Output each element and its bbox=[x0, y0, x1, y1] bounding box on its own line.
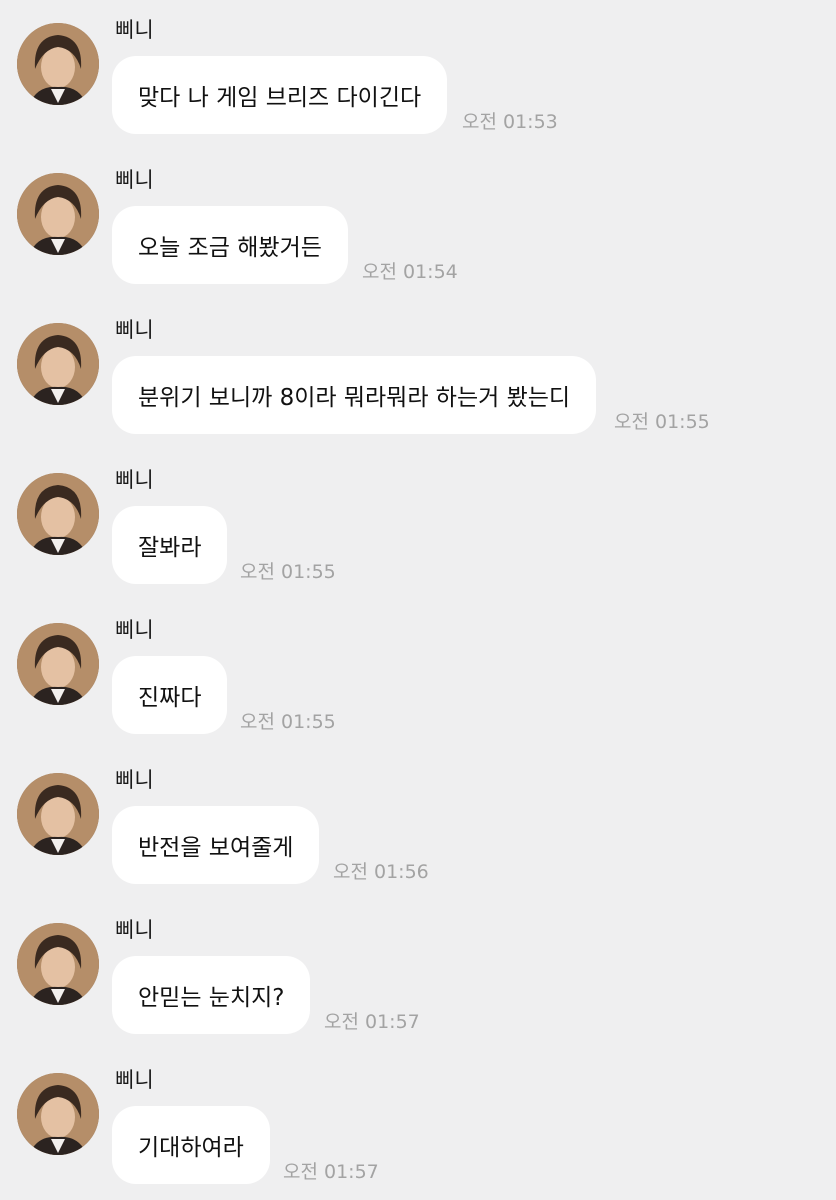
sender-avatar[interactable] bbox=[17, 23, 99, 105]
sender-name: 삐니 bbox=[115, 918, 154, 942]
message-bubble[interactable]: 잘봐라 bbox=[112, 506, 228, 584]
sender-name: 삐니 bbox=[115, 18, 154, 42]
chat-message: 삐니 진짜다 오전 01:55 bbox=[0, 600, 836, 750]
avatar-photo-icon bbox=[17, 323, 99, 405]
sender-name: 삐니 bbox=[115, 468, 154, 492]
chat-message: 삐니 맞다 나 게임 브리즈 다이긴다 오전 01:53 bbox=[0, 0, 836, 150]
message-timestamp: 오전 01:56 bbox=[333, 861, 429, 883]
chat-message: 삐니 기대하여라 오전 01:57 bbox=[0, 1050, 836, 1200]
chat-message-list[interactable]: 삐니 맞다 나 게임 브리즈 다이긴다 오전 01:53 삐니 오늘 조금 해봤… bbox=[0, 0, 836, 1200]
message-timestamp: 오전 01:53 bbox=[462, 111, 558, 133]
message-bubble[interactable]: 기대하여라 bbox=[112, 1106, 270, 1184]
message-timestamp: 오전 01:57 bbox=[324, 1011, 420, 1033]
message-bubble[interactable]: 진짜다 bbox=[112, 656, 228, 734]
message-timestamp: 오전 01:55 bbox=[240, 561, 336, 583]
avatar-photo-icon bbox=[17, 923, 99, 1005]
sender-name: 삐니 bbox=[115, 168, 154, 192]
chat-message: 삐니 안믿는 눈치지? 오전 01:57 bbox=[0, 900, 836, 1050]
message-bubble[interactable]: 반전을 보여줄게 bbox=[112, 806, 320, 884]
sender-name: 삐니 bbox=[115, 618, 154, 642]
sender-avatar[interactable] bbox=[17, 623, 99, 705]
sender-name: 삐니 bbox=[115, 1068, 154, 1092]
message-timestamp: 오전 01:55 bbox=[614, 411, 710, 433]
message-timestamp: 오전 01:54 bbox=[362, 261, 458, 283]
chat-message: 삐니 잘봐라 오전 01:55 bbox=[0, 450, 836, 600]
avatar-photo-icon bbox=[17, 773, 99, 855]
sender-avatar[interactable] bbox=[17, 173, 99, 255]
sender-name: 삐니 bbox=[115, 768, 154, 792]
chat-message: 삐니 반전을 보여줄게 오전 01:56 bbox=[0, 750, 836, 900]
sender-name: 삐니 bbox=[115, 318, 154, 342]
message-timestamp: 오전 01:55 bbox=[240, 711, 336, 733]
avatar-photo-icon bbox=[17, 623, 99, 705]
chat-message: 삐니 분위기 보니까 8이라 뭐라뭐라 하는거 봤는디 오전 01:55 bbox=[0, 300, 836, 450]
message-bubble[interactable]: 오늘 조금 해봤거든 bbox=[112, 206, 348, 284]
sender-avatar[interactable] bbox=[17, 323, 99, 405]
message-bubble[interactable]: 분위기 보니까 8이라 뭐라뭐라 하는거 봤는디 bbox=[112, 356, 597, 434]
avatar-photo-icon bbox=[17, 473, 99, 555]
sender-avatar[interactable] bbox=[17, 923, 99, 1005]
avatar-photo-icon bbox=[17, 173, 99, 255]
message-bubble[interactable]: 안믿는 눈치지? bbox=[112, 956, 311, 1034]
chat-message: 삐니 오늘 조금 해봤거든 오전 01:54 bbox=[0, 150, 836, 300]
avatar-photo-icon bbox=[17, 1073, 99, 1155]
sender-avatar[interactable] bbox=[17, 1073, 99, 1155]
message-bubble[interactable]: 맞다 나 게임 브리즈 다이긴다 bbox=[112, 56, 448, 134]
avatar-photo-icon bbox=[17, 23, 99, 105]
message-timestamp: 오전 01:57 bbox=[283, 1161, 379, 1183]
sender-avatar[interactable] bbox=[17, 773, 99, 855]
sender-avatar[interactable] bbox=[17, 473, 99, 555]
